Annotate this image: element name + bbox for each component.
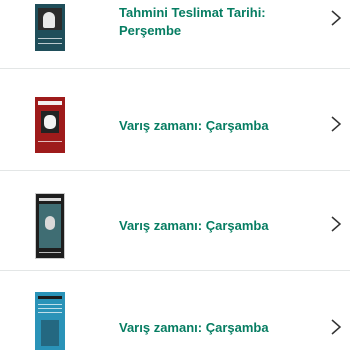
book-cover-thumbnail[interactable]	[35, 4, 65, 51]
delivery-info: Varış zamanı: Çarşamba	[119, 117, 310, 135]
delivery-arrival-label: Varış zamanı: Çarşamba	[119, 320, 269, 335]
delivery-info: Varış zamanı: Çarşamba	[119, 217, 310, 235]
book-cover-thumbnail[interactable]	[35, 193, 65, 259]
delivery-item[interactable]: Varış zamanı: Çarşamba	[0, 171, 350, 271]
chevron-right-icon[interactable]	[330, 216, 342, 232]
delivery-day: Perşembe	[119, 23, 182, 38]
delivery-arrival-label: Varış zamanı: Çarşamba	[119, 118, 269, 133]
chevron-right-icon[interactable]	[330, 116, 342, 132]
delivery-arrival-label: Varış zamanı: Çarşamba	[119, 218, 269, 233]
delivery-estimate-label: Tahmini Teslimat Tarihi:	[119, 5, 266, 20]
delivery-info: Varış zamanı: Çarşamba	[119, 319, 310, 337]
delivery-info: Tahmini Teslimat Tarihi: Perşembe	[119, 4, 310, 40]
chevron-right-icon[interactable]	[330, 10, 342, 26]
book-cover-thumbnail[interactable]	[35, 292, 65, 350]
delivery-list: Tahmini Teslimat Tarihi: Perşembe Varış …	[0, 0, 350, 350]
book-cover-thumbnail[interactable]	[35, 97, 65, 153]
delivery-item[interactable]: Varış zamanı: Çarşamba	[0, 271, 350, 350]
delivery-item[interactable]: Varış zamanı: Çarşamba	[0, 69, 350, 171]
chevron-right-icon[interactable]	[330, 319, 342, 335]
delivery-item[interactable]: Tahmini Teslimat Tarihi: Perşembe	[0, 0, 350, 69]
